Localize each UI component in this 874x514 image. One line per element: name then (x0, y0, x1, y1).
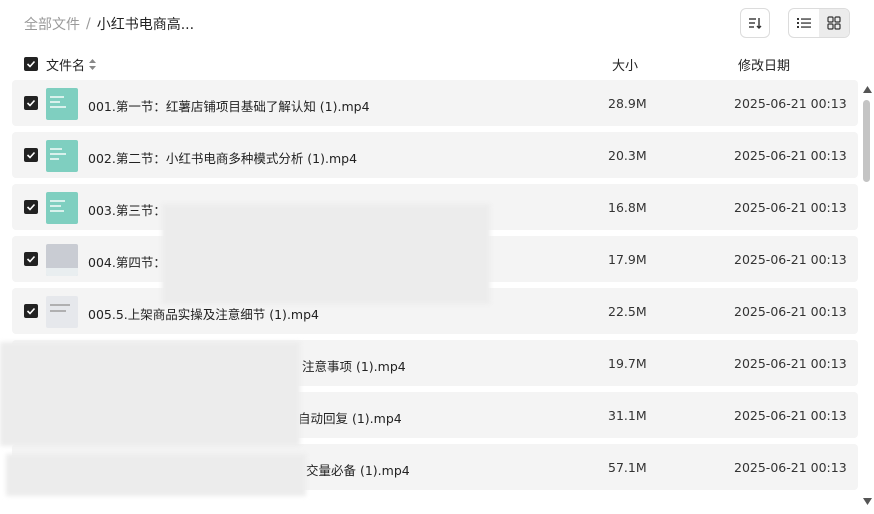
breadcrumb: 全部文件 / 小红书电商高... (24, 14, 194, 34)
video-thumbnail (46, 244, 78, 276)
file-size: 20.3M (608, 148, 647, 163)
video-thumbnail (46, 296, 78, 328)
checkmark-icon (26, 307, 36, 315)
list-view-icon (797, 18, 811, 28)
row-checkbox[interactable] (24, 252, 38, 266)
video-thumbnail (46, 192, 78, 224)
file-name[interactable]: 002.第二节：小红书电商多种模式分析 (1).mp4 (88, 148, 357, 167)
redaction-overlay (162, 204, 490, 304)
file-date: 2025-06-21 00:13 (734, 460, 847, 475)
file-size: 19.7M (608, 356, 647, 371)
view-toggle (788, 8, 850, 38)
row-checkbox[interactable] (24, 200, 38, 214)
list-view-button[interactable] (789, 9, 819, 37)
file-size: 17.9M (608, 252, 647, 267)
checkmark-icon (26, 60, 36, 68)
video-thumbnail (46, 88, 78, 120)
file-date: 2025-06-21 00:13 (734, 408, 847, 423)
file-row[interactable]: 002.第二节：小红书电商多种模式分析 (1).mp4 20.3M 2025-0… (12, 132, 858, 178)
file-size: 16.8M (608, 200, 647, 215)
column-header-name[interactable]: 文件名 (46, 55, 97, 74)
row-checkbox[interactable] (24, 96, 38, 110)
file-date: 2025-06-21 00:13 (734, 148, 847, 163)
redaction-overlay (0, 342, 300, 446)
column-header-date[interactable]: 修改日期 (738, 55, 790, 74)
breadcrumb-root[interactable]: 全部文件 (24, 14, 80, 34)
file-size: 31.1M (608, 408, 647, 423)
checkmark-icon (26, 203, 36, 211)
file-date: 2025-06-21 00:13 (734, 356, 847, 371)
file-date: 2025-06-21 00:13 (734, 96, 847, 111)
row-checkbox[interactable] (24, 304, 38, 318)
scroll-up-arrow-icon (862, 85, 872, 93)
file-name[interactable]: 005.5.上架商品实操及注意细节 (1).mp4 (88, 304, 319, 323)
breadcrumb-current: 小红书电商高... (96, 17, 195, 33)
file-name[interactable]: 交量必备 (1).mp4 (306, 460, 410, 479)
column-header-name-label: 文件名 (46, 59, 86, 74)
sort-arrows-icon (89, 59, 97, 70)
checkmark-icon (26, 255, 36, 263)
file-name[interactable]: 003.第三节： (88, 200, 166, 219)
file-size: 28.9M (608, 96, 647, 111)
scrollbar-thumb[interactable] (863, 100, 870, 182)
file-name[interactable]: 注意事项 (1).mp4 (302, 356, 406, 375)
file-name[interactable]: 001.第一节：红薯店铺项目基础了解认知 (1).mp4 (88, 96, 370, 115)
checkmark-icon (26, 99, 36, 107)
select-all-checkbox[interactable] (24, 57, 38, 71)
file-row[interactable]: 001.第一节：红薯店铺项目基础了解认知 (1).mp4 28.9M 2025-… (12, 80, 858, 126)
grid-view-icon (827, 16, 841, 30)
video-thumbnail (46, 140, 78, 172)
file-name[interactable]: 004.第四节： (88, 252, 166, 271)
file-size: 57.1M (608, 460, 647, 475)
file-size: 22.5M (608, 304, 647, 319)
redaction-overlay (6, 454, 306, 496)
scroll-down-arrow-icon (862, 497, 872, 505)
column-header-size[interactable]: 大小 (612, 55, 638, 74)
scroll-up-button[interactable] (862, 84, 872, 94)
file-date: 2025-06-21 00:13 (734, 200, 847, 215)
checkmark-icon (26, 151, 36, 159)
scroll-down-button[interactable] (862, 496, 872, 506)
file-list-header: 文件名 大小 修改日期 (0, 52, 874, 76)
file-date: 2025-06-21 00:13 (734, 304, 847, 319)
grid-view-button[interactable] (819, 9, 849, 37)
file-date: 2025-06-21 00:13 (734, 252, 847, 267)
sort-icon (749, 18, 762, 29)
row-checkbox[interactable] (24, 148, 38, 162)
sort-button[interactable] (740, 8, 770, 38)
file-name[interactable]: 自动回复 (1).mp4 (298, 408, 402, 427)
breadcrumb-separator: / (86, 16, 91, 32)
